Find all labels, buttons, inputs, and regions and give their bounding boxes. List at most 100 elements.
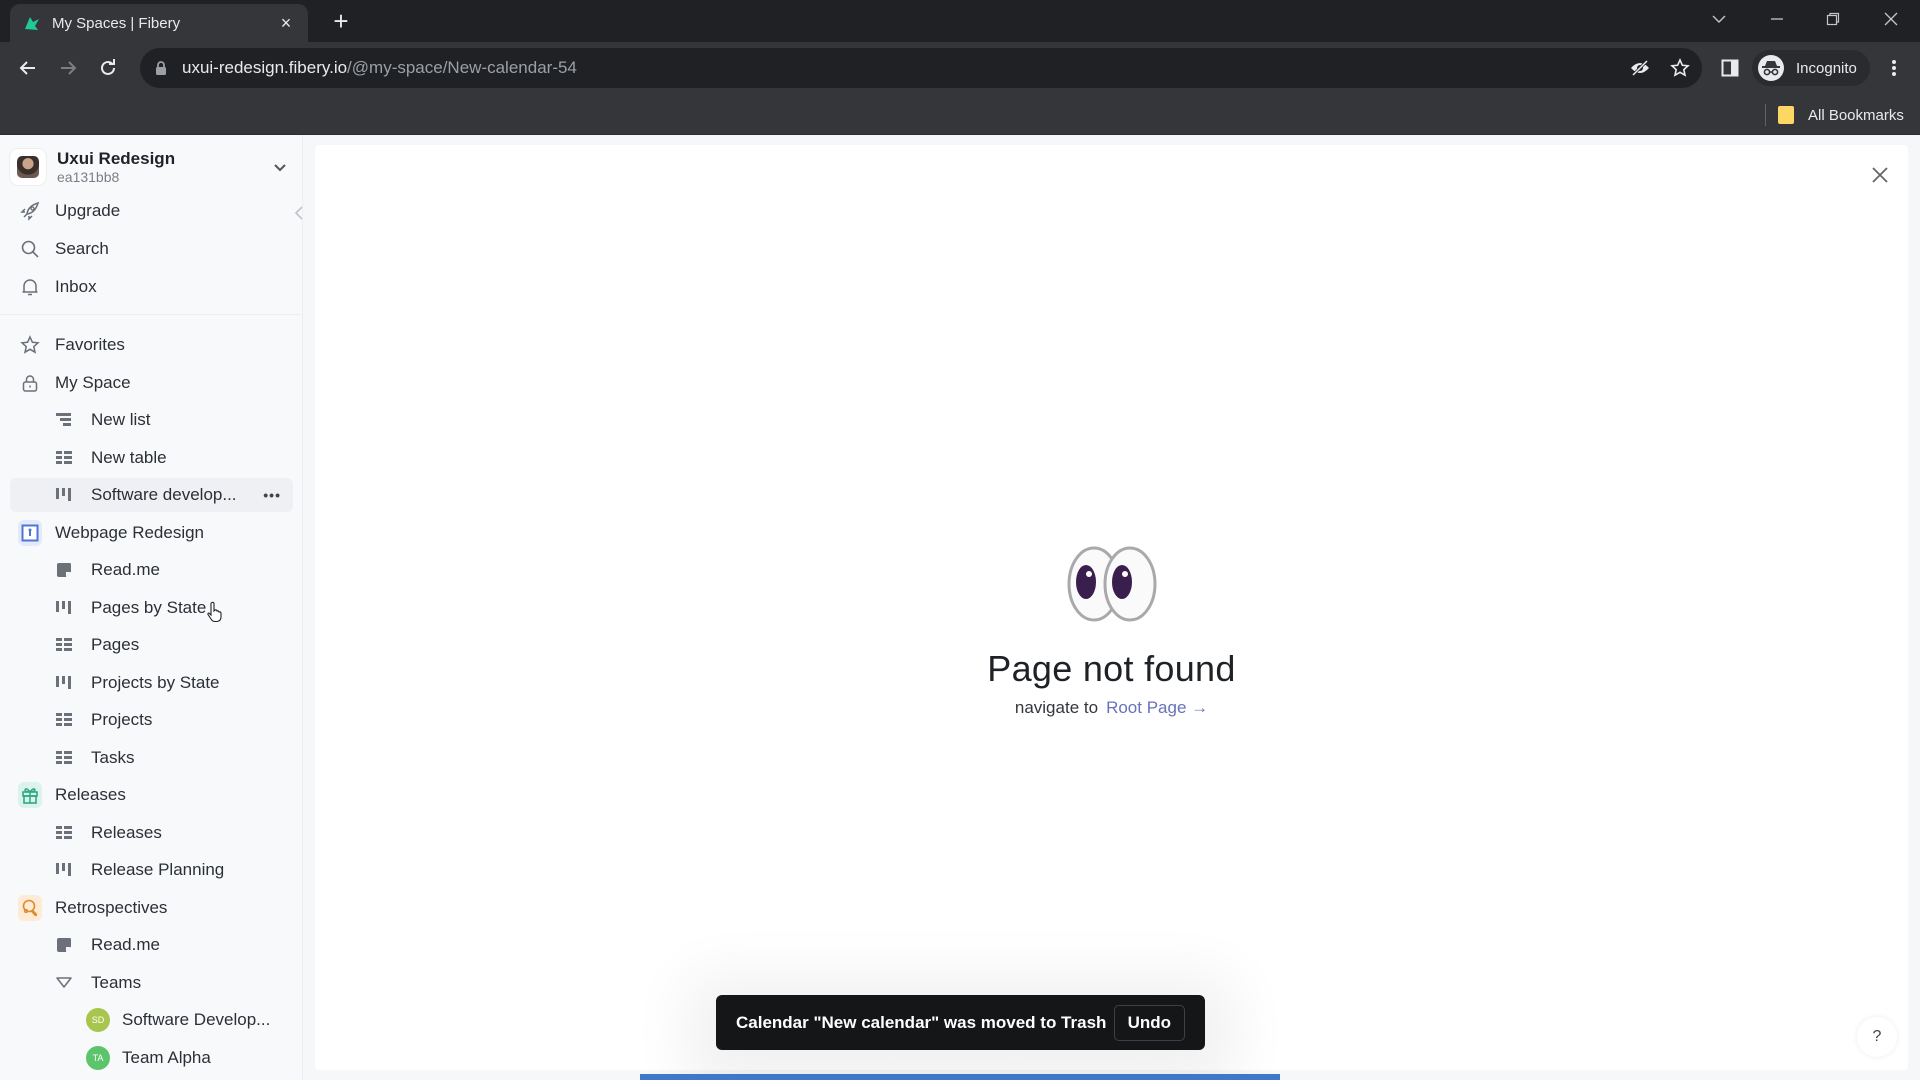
- triangle-down-icon[interactable]: [52, 971, 76, 995]
- document-icon: [52, 558, 76, 582]
- workspace-switcher[interactable]: Uxui Redesign ea131bb8: [10, 145, 290, 189]
- sidebar-item-search[interactable]: Search: [10, 232, 293, 266]
- main-content: Page not found navigate to Root Page →: [315, 145, 1908, 1070]
- table-view-icon: [52, 746, 76, 770]
- sidebar-item-read-me[interactable]: Read.me: [10, 553, 293, 587]
- bell-icon: [18, 275, 42, 299]
- workspace-avatar: [10, 149, 46, 185]
- board-view-icon: [52, 596, 76, 620]
- bookmarks-bar: All Bookmarks: [0, 94, 1920, 135]
- page-title: Page not found: [987, 648, 1236, 689]
- more-options-icon[interactable]: •••: [263, 487, 281, 503]
- restore-icon[interactable]: [1810, 0, 1856, 38]
- webpage-space-icon: [18, 520, 42, 546]
- close-icon[interactable]: [1868, 163, 1892, 187]
- toast-progress-bar: [640, 1074, 1280, 1080]
- all-bookmarks-button[interactable]: All Bookmarks: [1778, 102, 1904, 128]
- tab-close-icon[interactable]: ×: [276, 13, 296, 34]
- sidebar-item-label: New table: [91, 448, 167, 467]
- sidebar-item-read-me-retro[interactable]: Read.me: [10, 928, 293, 962]
- back-icon[interactable]: [12, 52, 44, 84]
- sidebar-item-label: Inbox: [55, 277, 97, 296]
- board-view-icon: [52, 858, 76, 882]
- workspace-name: Uxui Redesign: [57, 149, 176, 168]
- sidebar-item-new-list[interactable]: New list: [10, 403, 293, 437]
- mouse-cursor-icon: [207, 601, 222, 623]
- sidebar-item-label: Pages by State: [91, 598, 207, 617]
- incognito-profile-button[interactable]: Incognito: [1752, 50, 1870, 86]
- sidebar-item-label: Software develop...: [91, 485, 237, 504]
- folder-icon: [1778, 106, 1794, 124]
- sidebar-divider: [0, 314, 303, 315]
- sidebar-item-retrospectives[interactable]: Retrospectives: [10, 891, 293, 925]
- fibery-logo-icon: [25, 17, 39, 30]
- sidebar-item-team-alpha[interactable]: TA Team Alpha: [10, 1041, 293, 1075]
- sidebar-item-inbox[interactable]: Inbox: [10, 270, 293, 304]
- root-page-link[interactable]: Root Page →: [1106, 698, 1208, 717]
- bookmark-star-icon[interactable]: [1668, 56, 1692, 80]
- table-view-icon: [52, 633, 76, 657]
- undo-button[interactable]: Undo: [1113, 1004, 1185, 1041]
- board-view-icon: [52, 671, 76, 695]
- gift-space-icon: [18, 782, 42, 808]
- retro-space-icon: [18, 895, 42, 921]
- tab-search-icon[interactable]: [1696, 0, 1742, 38]
- sidebar-item-label: Retrospectives: [55, 898, 168, 917]
- table-view-icon: [52, 446, 76, 470]
- sidebar-item-pages[interactable]: Pages: [10, 628, 293, 662]
- tab-title: My Spaces | Fibery: [52, 14, 181, 32]
- browser-menu-icon[interactable]: [1878, 52, 1910, 84]
- sidebar-item-label: Releases: [55, 785, 126, 804]
- tracking-eye-off-icon[interactable]: [1628, 56, 1652, 80]
- sidebar-item-teams[interactable]: Teams: [10, 966, 293, 1000]
- navigate-label: navigate to: [1014, 698, 1099, 717]
- sidebar-item-label: Releases: [91, 823, 162, 842]
- minimize-icon[interactable]: [1754, 0, 1800, 38]
- sidebar-item-label: Webpage Redesign: [55, 523, 205, 542]
- search-icon: [18, 237, 42, 261]
- sidebar-item-label: Favorites: [55, 335, 125, 354]
- sidebar-item-release-planning[interactable]: Release Planning: [10, 853, 293, 887]
- sidebar-item-label: My Space: [55, 373, 131, 392]
- chevron-down-icon[interactable]: [270, 157, 290, 177]
- browser-toolbar: uxui-redesign.fibery.io/@my-space/New-ca…: [0, 42, 1920, 94]
- collapse-sidebar-icon[interactable]: [293, 204, 305, 222]
- close-window-icon[interactable]: [1868, 0, 1914, 38]
- table-view-icon: [52, 708, 76, 732]
- sidebar-item-label: Teams: [91, 973, 142, 992]
- reload-icon[interactable]: [92, 52, 124, 84]
- sidebar-item-projects-by-state[interactable]: Projects by State: [10, 666, 293, 700]
- sidebar-item-webpage-redesign[interactable]: Webpage Redesign: [10, 516, 293, 550]
- sidebar-item-releases-space[interactable]: Releases: [10, 778, 293, 812]
- team-avatar-sd: SD: [86, 1008, 110, 1032]
- browser-tab[interactable]: My Spaces | Fibery ×: [10, 4, 308, 42]
- new-tab-button[interactable]: +: [326, 6, 356, 36]
- sidebar-item-label: Upgrade: [55, 201, 121, 220]
- sidebar-item-software-development[interactable]: Software develop... •••: [10, 478, 293, 512]
- sidebar-item-label: Team Alpha: [122, 1048, 211, 1067]
- sidebar-item-label: Release Planning: [91, 860, 225, 879]
- address-bar[interactable]: uxui-redesign.fibery.io/@my-space/New-ca…: [140, 48, 1702, 88]
- sidebar-item-releases[interactable]: Releases: [10, 816, 293, 850]
- sidebar-item-new-table[interactable]: New table: [10, 441, 293, 475]
- sidebar-item-software-development-team[interactable]: SD Software Develop...: [10, 1003, 293, 1037]
- sidebar-item-tasks[interactable]: Tasks: [10, 741, 293, 775]
- sidebar-item-upgrade[interactable]: Upgrade: [10, 194, 293, 228]
- sidebar-item-label: Search: [55, 239, 109, 258]
- sidebar-item-pages-by-state[interactable]: Pages by State: [10, 591, 293, 625]
- sidebar-item-label: Projects by State: [91, 673, 220, 692]
- sidebar-item-label: Projects: [91, 710, 153, 729]
- side-panel-icon[interactable]: [1714, 52, 1746, 84]
- sidebar-item-label: Tasks: [91, 748, 135, 767]
- help-button[interactable]: ?: [1857, 1017, 1897, 1057]
- sidebar-item-favorites[interactable]: Favorites: [10, 328, 293, 362]
- lock-icon: [156, 61, 166, 75]
- document-icon: [52, 933, 76, 957]
- toast-message: Calendar "New calendar" was moved to Tra…: [736, 1012, 1107, 1032]
- eyes-emoji-icon: [1067, 546, 1156, 622]
- sidebar-item-label: Read.me: [91, 935, 160, 954]
- sidebar-item-projects[interactable]: Projects: [10, 703, 293, 737]
- sidebar-item-label: New list: [91, 410, 151, 429]
- forward-icon[interactable]: [52, 52, 84, 84]
- sidebar-item-my-space[interactable]: My Space: [10, 366, 293, 400]
